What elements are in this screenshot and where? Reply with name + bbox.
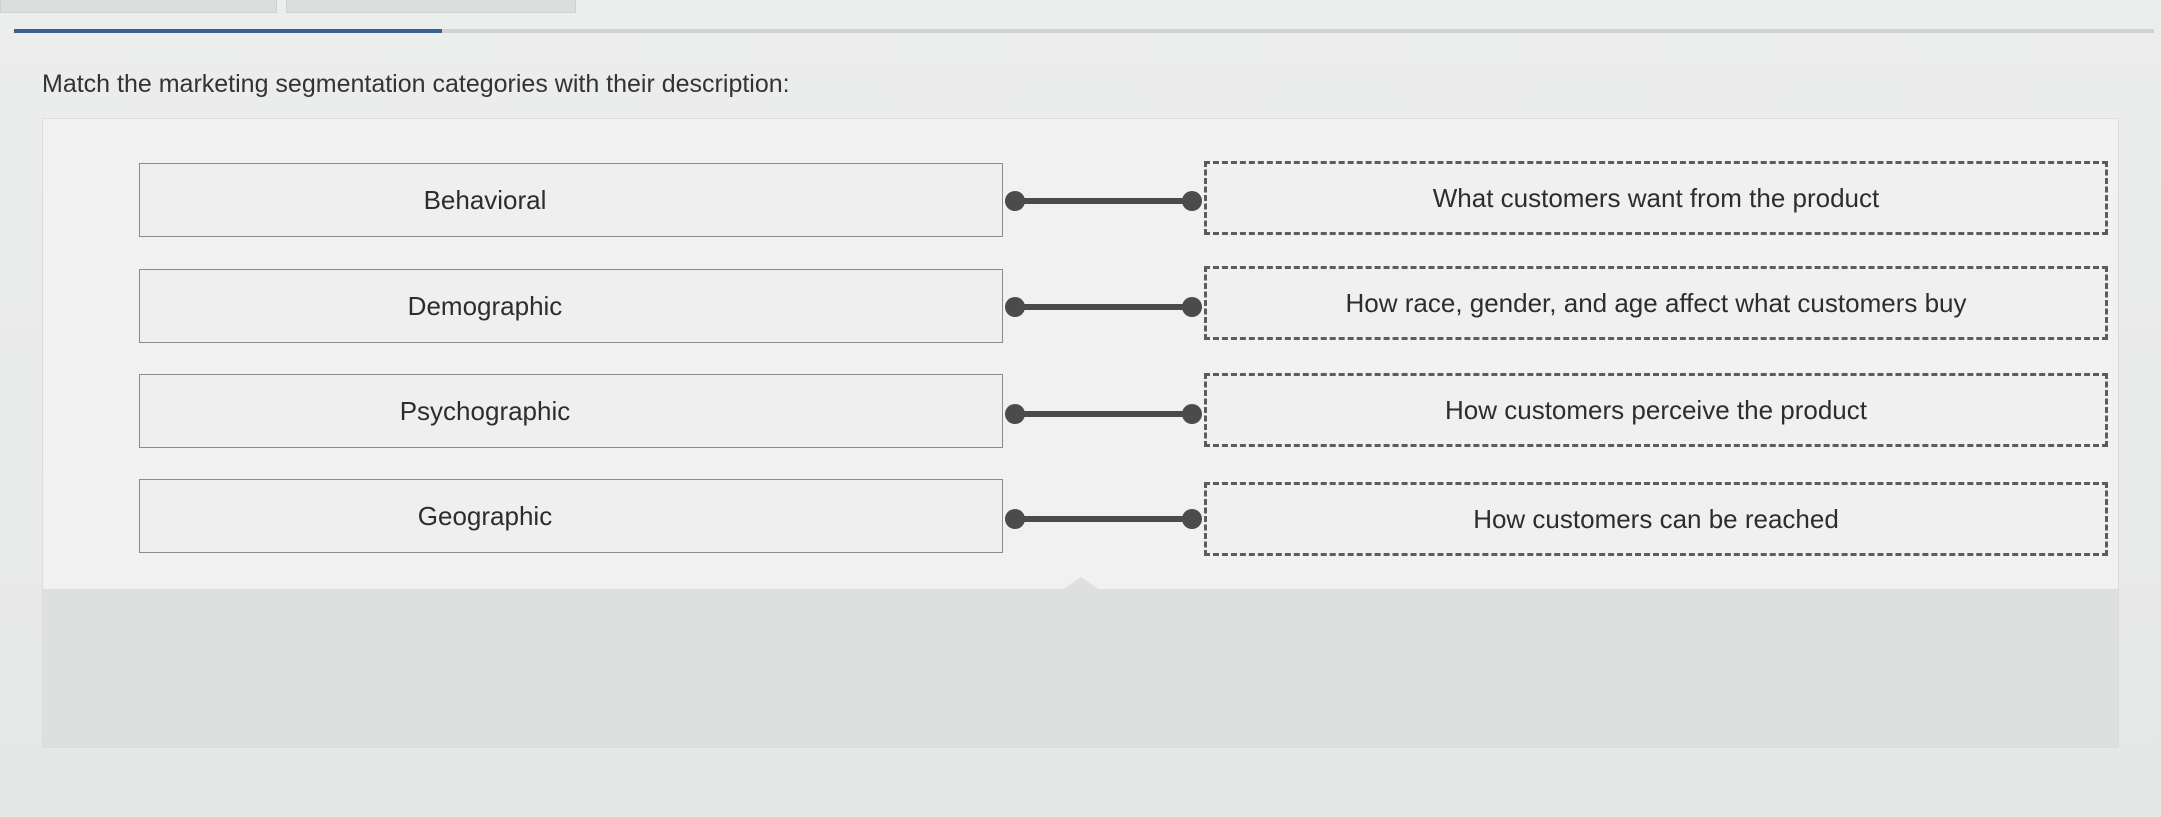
match-connector[interactable] <box>1005 295 1202 319</box>
connector-line <box>1015 411 1192 417</box>
term-box-behavioral[interactable]: Behavioral <box>139 163 1003 237</box>
question-prompt: Match the marketing segmentation categor… <box>42 70 790 98</box>
definition-drop-zone[interactable]: How customers perceive the product <box>1204 373 2108 447</box>
feedback-area <box>43 589 2118 747</box>
progress-fill <box>14 29 442 33</box>
connector-right-handle[interactable] <box>1182 191 1202 211</box>
connector-line <box>1015 198 1192 204</box>
definition-drop-zone[interactable]: How race, gender, and age affect what cu… <box>1204 266 2108 340</box>
question-panel: Behavioral What customers want from the … <box>42 118 2119 748</box>
term-box-geographic[interactable]: Geographic <box>139 479 1003 553</box>
top-tab-right[interactable] <box>286 0 576 13</box>
top-tab-left[interactable] <box>0 0 277 13</box>
definition-label: How customers perceive the product <box>1445 394 1867 425</box>
definition-label: How race, gender, and age affect what cu… <box>1345 287 1967 318</box>
match-connector[interactable] <box>1005 189 1202 213</box>
connector-right-handle[interactable] <box>1182 509 1202 529</box>
connector-line <box>1015 516 1192 522</box>
match-connector[interactable] <box>1005 402 1202 426</box>
quiz-page: Match the marketing segmentation categor… <box>0 0 2161 817</box>
term-label: Psychographic <box>399 395 571 426</box>
term-label: Geographic <box>417 500 553 531</box>
term-box-psychographic[interactable]: Psychographic <box>139 374 1003 448</box>
connector-line <box>1015 304 1192 310</box>
matching-area: Behavioral What customers want from the … <box>43 119 2118 589</box>
definition-drop-zone[interactable]: How customers can be reached <box>1204 482 2108 556</box>
term-label: Behavioral <box>423 184 547 215</box>
connector-right-handle[interactable] <box>1182 404 1202 424</box>
definition-label: How customers can be reached <box>1473 503 1839 534</box>
progress-bar <box>14 29 2154 33</box>
definition-label: What customers want from the product <box>1432 182 1880 213</box>
term-box-demographic[interactable]: Demographic <box>139 269 1003 343</box>
definition-drop-zone[interactable]: What customers want from the product <box>1204 161 2108 235</box>
connector-right-handle[interactable] <box>1182 297 1202 317</box>
match-connector[interactable] <box>1005 507 1202 531</box>
term-label: Demographic <box>407 290 563 321</box>
